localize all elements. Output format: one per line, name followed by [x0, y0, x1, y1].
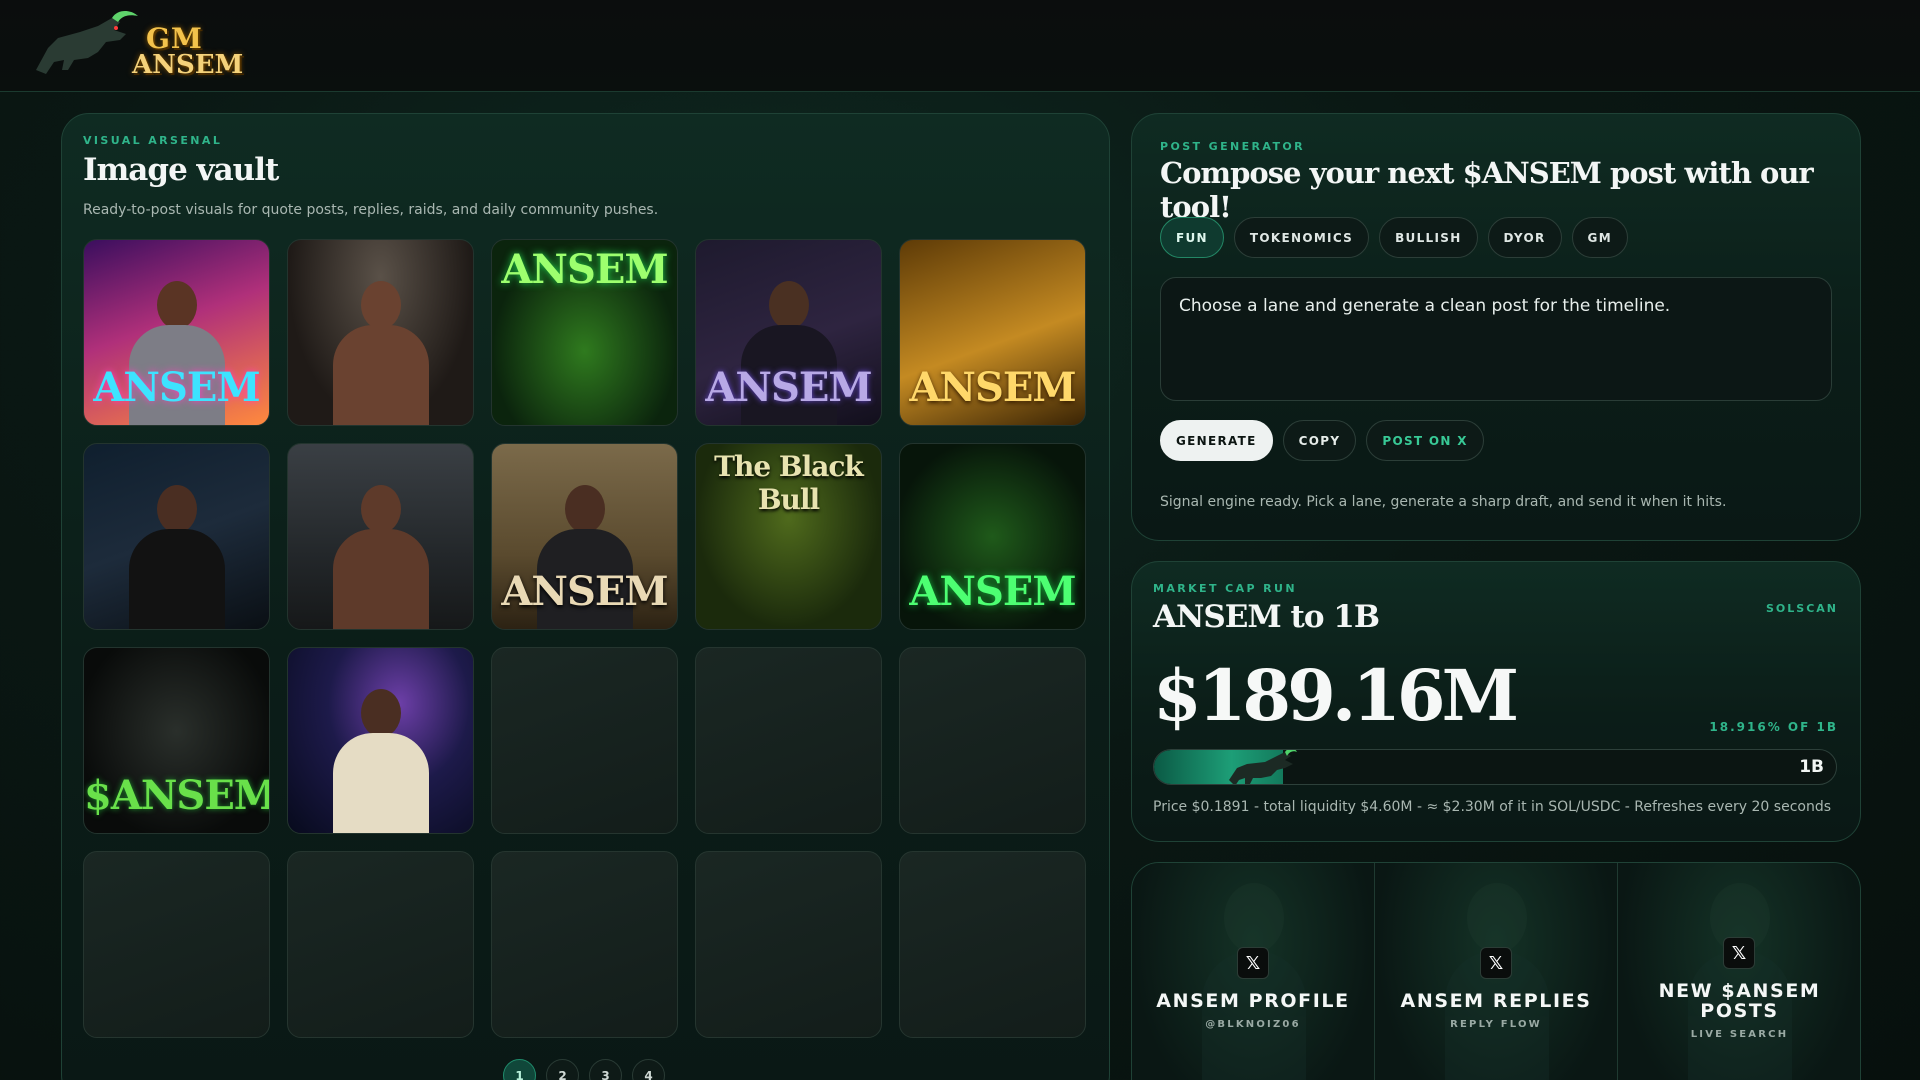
- market-cap-progress-bar: 1B: [1153, 749, 1837, 785]
- postgen-status: Signal engine ready. Pick a lane, genera…: [1160, 494, 1727, 510]
- lane-chip-fun[interactable]: FUN: [1160, 217, 1224, 258]
- top-bar: GM ANSEM: [0, 0, 1920, 92]
- logo-ansem-text: ANSEM: [132, 50, 244, 80]
- vault-image-portrait-night[interactable]: [83, 443, 270, 630]
- image-grid: ANSEM ANSEM ANSEM ANSEM ANSEM The Black Bull A…: [83, 239, 1086, 1038]
- progress-target-label: 1B: [1799, 757, 1824, 777]
- generate-button[interactable]: GENERATE: [1160, 420, 1273, 461]
- vault-image-placeholder: [83, 851, 270, 1038]
- page-button-2[interactable]: 2: [546, 1059, 579, 1080]
- image-vault-panel: VISUAL ARSENAL Image vault Ready-to-post…: [61, 113, 1110, 1080]
- post-composer-textarea[interactable]: Choose a lane and generate a clean post …: [1160, 277, 1832, 401]
- link-card-profile[interactable]: 𝕏 ANSEM PROFILE @BLKNOIZ06: [1132, 863, 1375, 1080]
- copy-button[interactable]: COPY: [1282, 420, 1357, 461]
- x-links-panel: 𝕏 ANSEM PROFILE @BLKNOIZ06 𝕏 ANSEM REPLI…: [1131, 862, 1861, 1080]
- link-title: NEW $ANSEM POSTS: [1658, 980, 1821, 1022]
- link-subtitle: @BLKNOIZ06: [1205, 1019, 1301, 1030]
- vault-image-placeholder: [899, 851, 1086, 1038]
- solscan-link[interactable]: SOLSCAN: [1766, 602, 1838, 615]
- postgen-eyebrow: POST GENERATOR: [1160, 140, 1305, 153]
- vault-image-caption: The Black Bull: [714, 450, 864, 516]
- vault-image-caption: $ANSEM: [84, 772, 270, 819]
- lane-chip-tokenomics[interactable]: TOKENOMICS: [1233, 217, 1370, 258]
- postgen-actions: GENERATE COPY POST ON X: [1160, 420, 1484, 461]
- vault-eyebrow: VISUAL ARSENAL: [83, 134, 223, 147]
- vault-image-dark-lord[interactable]: ANSEM: [695, 239, 882, 426]
- vault-title: Image vault: [83, 152, 279, 188]
- vault-image-galaxy[interactable]: [287, 647, 474, 834]
- vault-image-fight-night[interactable]: [287, 239, 474, 426]
- vault-image-caption: ANSEM: [705, 364, 872, 411]
- vault-image-back-gym[interactable]: [287, 443, 474, 630]
- vault-image-caption: ANSEM: [501, 246, 668, 293]
- link-card-new-posts[interactable]: 𝕏 NEW $ANSEM POSTS LIVE SEARCH: [1618, 863, 1860, 1080]
- mcap-title: ANSEM to 1B: [1153, 599, 1380, 635]
- person-figure: [332, 479, 429, 629]
- lane-chips: FUN TOKENOMICS BULLISH DYOR GM: [1160, 217, 1628, 258]
- page-button-4[interactable]: 4: [632, 1059, 665, 1080]
- lane-chip-bullish[interactable]: BULLISH: [1379, 217, 1478, 258]
- vault-image-placeholder: [491, 647, 678, 834]
- vault-image-placeholder: [287, 851, 474, 1038]
- vault-image-caption: ANSEM: [909, 568, 1076, 615]
- vault-image-placeholder: [491, 851, 678, 1038]
- vault-image-synthwave[interactable]: ANSEM: [83, 239, 270, 426]
- vault-image-field-suit[interactable]: ANSEM: [491, 443, 678, 630]
- page-button-1[interactable]: 1: [503, 1059, 536, 1080]
- percent-of-target: 18.916% OF 1B: [1709, 720, 1838, 734]
- person-figure: [332, 275, 429, 425]
- vault-image-green-coins[interactable]: ANSEM: [899, 443, 1086, 630]
- link-title: ANSEM PROFILE: [1156, 990, 1350, 1012]
- vault-image-forest-rider[interactable]: The Black Bull: [695, 443, 882, 630]
- person-figure: [128, 479, 225, 629]
- market-cap-value: $189.16M: [1153, 654, 1519, 737]
- link-subtitle: LIVE SEARCH: [1690, 1029, 1789, 1040]
- postgen-title: Compose your next $ANSEM post with our t…: [1160, 156, 1814, 224]
- mcap-eyebrow: MARKET CAP RUN: [1153, 582, 1297, 595]
- vault-image-green-bull[interactable]: ANSEM: [491, 239, 678, 426]
- x-logo-icon: 𝕏: [1723, 937, 1755, 969]
- profile-silhouette: [1688, 873, 1792, 1080]
- lane-chip-gm[interactable]: GM: [1571, 217, 1628, 258]
- vault-image-placeholder: [695, 851, 882, 1038]
- post-on-x-button[interactable]: POST ON X: [1366, 420, 1484, 461]
- market-cap-note: Price $0.1891 - total liquidity $4.60M -…: [1153, 799, 1832, 815]
- post-generator-panel: POST GENERATOR Compose your next $ANSEM …: [1131, 113, 1861, 541]
- vault-image-caption: ANSEM: [909, 364, 1076, 411]
- vault-subtitle: Ready-to-post visuals for quote posts, r…: [83, 202, 659, 218]
- link-title: ANSEM REPLIES: [1400, 990, 1592, 1012]
- bull-progress-icon: [1229, 750, 1298, 784]
- lane-chip-dyor[interactable]: DYOR: [1487, 217, 1562, 258]
- bull-logo-icon: [36, 11, 138, 74]
- x-logo-icon: 𝕏: [1480, 947, 1512, 979]
- vault-image-caption: ANSEM: [501, 568, 668, 615]
- gm-ansem-logo[interactable]: GM ANSEM: [28, 8, 243, 84]
- link-subtitle: REPLY FLOW: [1450, 1019, 1542, 1030]
- market-cap-panel: MARKET CAP RUN ANSEM to 1B SOLSCAN $189.…: [1131, 561, 1861, 842]
- person-figure: [332, 683, 429, 833]
- page-button-3[interactable]: 3: [589, 1059, 622, 1080]
- vault-image-placeholder: [899, 647, 1086, 834]
- x-logo-icon: 𝕏: [1237, 947, 1269, 979]
- pagination: 1234: [503, 1059, 665, 1080]
- vault-image-bull-head[interactable]: $ANSEM: [83, 647, 270, 834]
- link-card-replies[interactable]: 𝕏 ANSEM REPLIES REPLY FLOW: [1375, 863, 1618, 1080]
- vault-image-gold-crown[interactable]: ANSEM: [899, 239, 1086, 426]
- vault-image-caption: ANSEM: [93, 364, 260, 411]
- vault-image-placeholder: [695, 647, 882, 834]
